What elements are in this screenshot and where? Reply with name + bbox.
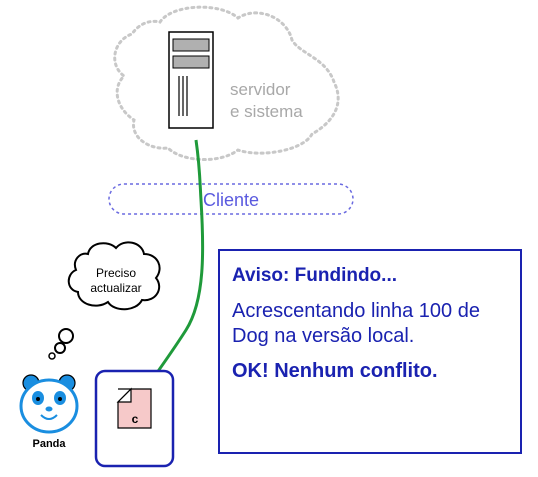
thought-line1: Preciso	[96, 266, 136, 280]
notice-body: Acrescentando linha 100 de Dog na versão…	[232, 300, 480, 347]
client-label: Cliente	[203, 190, 259, 210]
thought-line2: actualizar	[90, 281, 141, 295]
thought-bubble	[48, 241, 161, 360]
server-label-line1: servidor	[230, 80, 291, 99]
notice-title: Aviso: Fundindo...	[232, 265, 397, 286]
file-letter: c	[132, 412, 139, 426]
merge-notice: Aviso: Fundindo... Acrescentando linha 1…	[218, 249, 522, 454]
panda-icon	[19, 374, 79, 434]
server-label-line2: e sistema	[230, 102, 303, 121]
user-name: Panda	[32, 438, 66, 450]
notice-result: OK! Nenhum conflito.	[232, 360, 438, 382]
server-cloud	[113, 5, 340, 162]
server-icon	[168, 31, 214, 129]
